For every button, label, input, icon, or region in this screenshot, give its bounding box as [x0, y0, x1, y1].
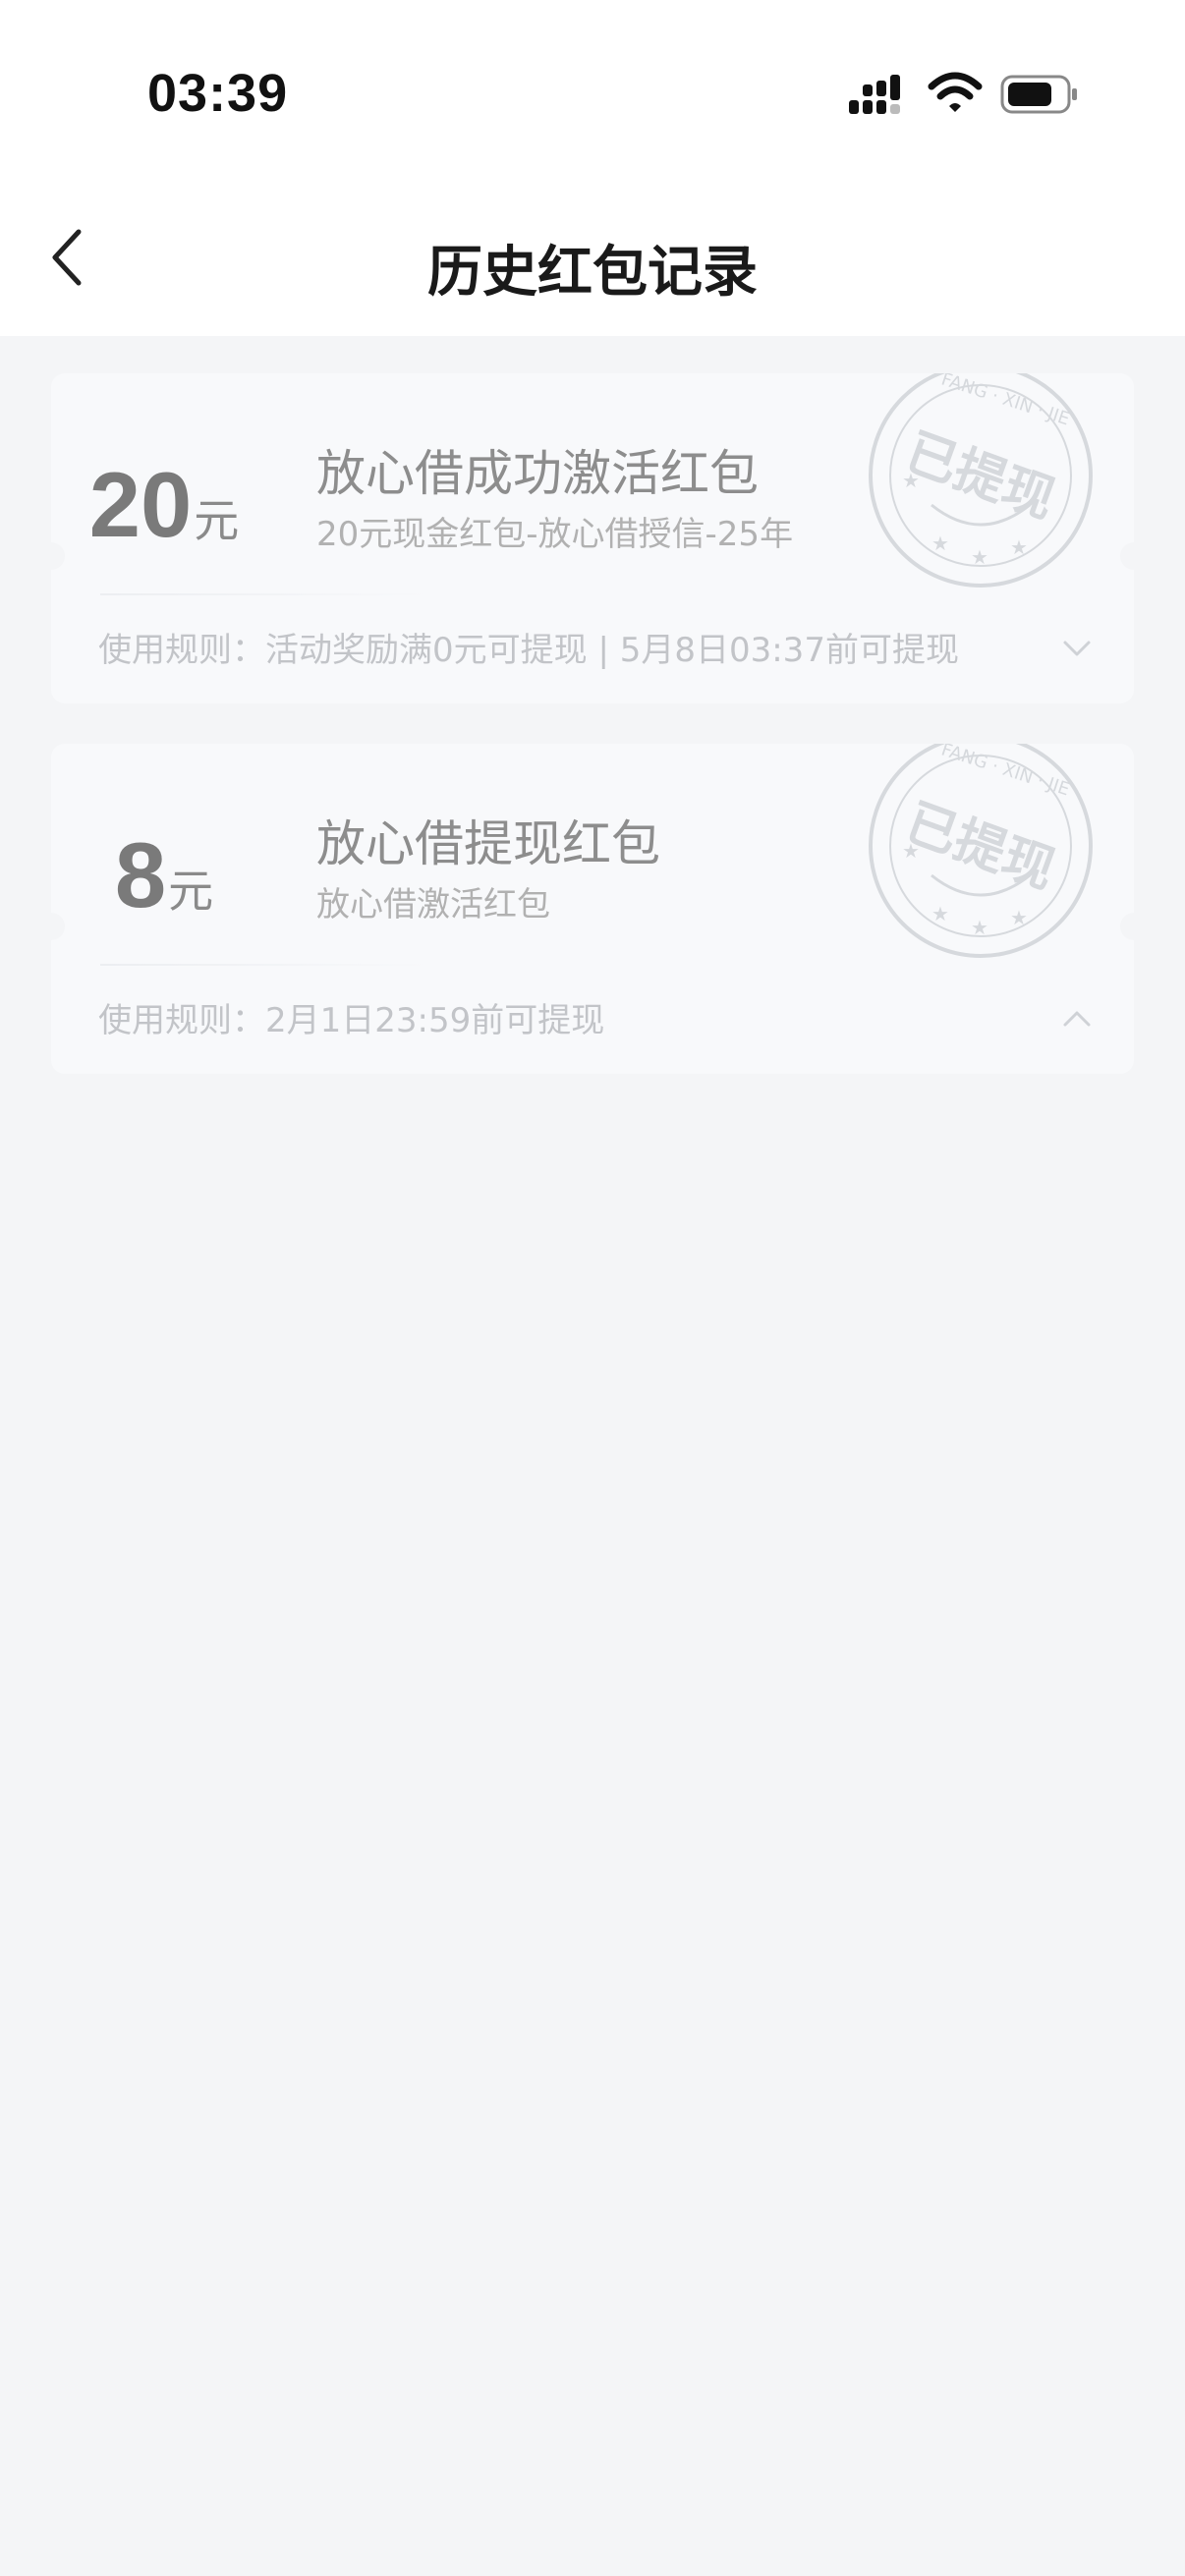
svg-text:★: ★ [1010, 906, 1028, 929]
packet-amount: 20元 [51, 452, 277, 558]
amount-unit: 元 [168, 865, 214, 918]
card-notch-right [1120, 542, 1134, 570]
chevron-down-icon[interactable] [1059, 637, 1095, 660]
withdrawn-stamp-icon: 已提现 FANG · XIN · JIE ★ ★ ★ ★ [869, 373, 1093, 588]
wifi-icon [928, 72, 983, 112]
svg-text:★: ★ [931, 902, 949, 925]
battery-icon [1000, 75, 1077, 114]
svg-text:★: ★ [931, 532, 949, 555]
card-divider [100, 964, 430, 966]
usage-rule: 使用规则：2月1日23:59前可提现 [98, 1001, 605, 1040]
stamp-ring-text: FANG · XIN · JIE [938, 373, 1072, 429]
svg-text:★: ★ [971, 545, 988, 569]
chevron-up-icon[interactable] [1059, 1007, 1095, 1031]
amount-value: 20 [88, 453, 193, 556]
stamp-text: 已提现 [898, 793, 1062, 901]
svg-text:★: ★ [1010, 535, 1028, 559]
red-packet-card[interactable]: 已提现 FANG · XIN · JIE ★ ★ ★ ★ 20元 放心借成功激活… [51, 373, 1134, 703]
stamp-ring-text: FANG · XIN · JIE [938, 744, 1072, 800]
withdrawn-stamp-icon: 已提现 FANG · XIN · JIE ★ ★ ★ ★ [869, 744, 1093, 958]
packet-amount: 8元 [51, 822, 277, 928]
page-title: 历史红包记录 [427, 241, 758, 305]
svg-text:★: ★ [971, 916, 988, 939]
card-divider [100, 593, 430, 595]
red-packet-card[interactable]: 已提现 FANG · XIN · JIE ★ ★ ★ ★ 8元 放心借提现红包 … [51, 744, 1134, 1074]
amount-value: 8 [114, 823, 167, 926]
packet-subtitle: 放心借激活红包 [316, 885, 550, 924]
packet-subtitle: 20元现金红包-放心借授信-25年 [316, 515, 794, 554]
cellular-signal-icon [849, 75, 900, 114]
status-time: 03:39 [147, 64, 289, 123]
svg-text:★: ★ [902, 839, 920, 863]
usage-rule: 使用规则：活动奖励满0元可提现 | 5月8日03:37前可提现 [98, 631, 959, 670]
stamp-text: 已提现 [898, 422, 1062, 531]
svg-text:★: ★ [902, 469, 920, 492]
packet-title: 放心借提现红包 [316, 815, 660, 872]
packet-title: 放心借成功激活红包 [316, 445, 759, 502]
card-notch-right [1120, 913, 1134, 940]
top-bar: 03:39 历史红包记录 [0, 0, 1185, 336]
amount-unit: 元 [194, 494, 240, 547]
